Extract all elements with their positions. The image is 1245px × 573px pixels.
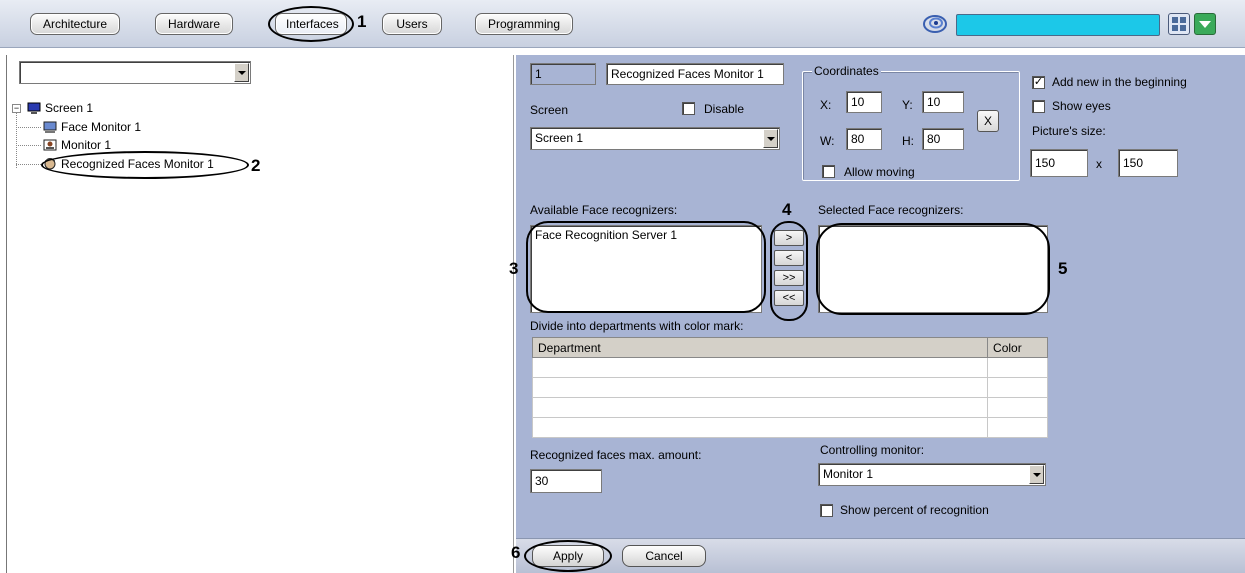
tree-connector [16,113,17,168]
tree-item-label: Face Monitor 1 [61,120,142,134]
tree-item-face-monitor-1[interactable]: Face Monitor 1 [43,118,141,136]
screen-select-value: Screen 1 [535,131,584,145]
disable-checkbox[interactable] [682,102,695,115]
controlling-monitor-select[interactable]: Monitor 1 [818,463,1046,486]
picture-size-separator: x [1096,157,1102,171]
table-row[interactable] [531,397,1048,418]
y-field[interactable]: 10 [922,91,964,113]
coordinates-title: Coordinates [812,64,881,78]
tree-item-label: Screen 1 [45,101,94,115]
max-amount-field[interactable]: 30 [530,469,602,493]
selected-recognizers-label: Selected Face recognizers: [818,203,964,217]
table-row[interactable] [531,417,1048,438]
column-header-color[interactable]: Color [987,337,1048,358]
h-field[interactable]: 80 [922,128,964,150]
controlling-monitor-label: Controlling monitor: [820,443,925,457]
tree-connector [16,145,41,146]
x-label: X: [820,98,832,112]
tree-item-label: Recognized Faces Monitor 1 [61,157,214,171]
face-icon [44,157,56,170]
chevron-down-icon[interactable] [234,63,249,82]
show-eyes-label: Show eyes [1052,99,1111,113]
available-recognizers-list[interactable]: Face Recognition Server 1 [530,225,762,313]
apply-button[interactable]: Apply [532,545,604,567]
callout-number-1: 1 [357,12,367,31]
chevron-down-icon[interactable] [763,129,778,148]
spiral-logo-icon [923,15,947,33]
tab-architecture[interactable]: Architecture [30,13,120,35]
add-new-label: Add new in the beginning [1052,75,1187,89]
tree-connector [16,127,41,128]
object-filter-select[interactable] [19,61,251,84]
selected-recognizers-list[interactable] [818,225,1048,313]
dropdown-arrow-icon[interactable] [1194,13,1216,35]
available-recognizers-label: Available Face recognizers: [530,203,678,217]
allow-moving-checkbox[interactable] [822,165,835,178]
tree-item-screen-1[interactable]: Screen 1 [27,99,93,117]
callout-number-2: 2 [251,156,261,175]
add-recognizer-button[interactable]: > [774,230,804,246]
remove-recognizer-button[interactable]: < [774,250,804,266]
list-item[interactable]: Face Recognition Server 1 [531,226,761,244]
show-percent-label: Show percent of recognition [840,503,989,517]
table-row[interactable] [531,357,1048,378]
show-percent-checkbox[interactable] [820,504,833,517]
disable-label: Disable [704,102,745,116]
h-label: H: [902,134,914,148]
screen-label: Screen [530,103,569,117]
picture-size-label: Picture's size: [1032,124,1106,138]
name-field[interactable]: Recognized Faces Monitor 1 [606,63,784,85]
top-tab-bar: Architecture Hardware Interfaces 1 Users… [0,0,1245,48]
chevron-down-icon[interactable] [1029,465,1044,484]
w-label: W: [820,134,835,148]
footer-bar: Apply Cancel [516,538,1245,573]
tree-collapse-toggle[interactable]: − [12,104,21,113]
max-amount-label: Recognized faces max. amount: [530,448,702,462]
settings-panel: 1 Recognized Faces Monitor 1 Screen Disa… [509,55,1245,573]
object-tree-panel: − Screen 1 Face Monitor 1 Monitor 1 Reco… [6,55,514,573]
table-row[interactable] [531,377,1048,398]
callout-number-5: 5 [1058,259,1068,278]
tree-item-recognized-faces-monitor-1[interactable]: Recognized Faces Monitor 1 [43,155,214,173]
picture-height-field[interactable]: 150 [1118,149,1178,177]
status-indicator-bar [956,14,1160,36]
y-label: Y: [902,98,913,112]
tab-hardware[interactable]: Hardware [155,13,233,35]
tab-interfaces[interactable]: Interfaces [275,13,347,35]
tree-item-label: Monitor 1 [61,138,112,152]
callout-number-6: 6 [511,543,521,562]
add-new-checkbox[interactable]: ✓ [1032,76,1045,89]
camera-monitor-icon [43,139,57,151]
add-all-recognizers-button[interactable]: >> [774,270,804,286]
tree-connector [16,164,41,165]
show-eyes-checkbox[interactable] [1032,100,1045,113]
tab-users[interactable]: Users [382,13,442,35]
allow-moving-label: Allow moving [844,165,915,179]
picture-width-field[interactable]: 150 [1030,149,1088,177]
screen-icon [27,102,41,114]
layout-grid-icon[interactable] [1168,13,1190,35]
monitor-icon [43,121,57,133]
w-field[interactable]: 80 [846,128,882,150]
departments-table: Department Color [531,337,1048,438]
tab-programming[interactable]: Programming [475,13,573,35]
screen-select[interactable]: Screen 1 [530,127,780,150]
tree-item-monitor-1[interactable]: Monitor 1 [43,136,111,154]
x-field[interactable]: 10 [846,91,882,113]
remove-all-recognizers-button[interactable]: << [774,290,804,306]
column-header-department[interactable]: Department [531,337,989,358]
controlling-monitor-value: Monitor 1 [823,467,874,481]
divide-departments-label: Divide into departments with color mark: [530,319,744,333]
callout-number-4: 4 [782,200,792,219]
id-field[interactable]: 1 [530,63,596,85]
reset-coordinates-button[interactable]: X [977,110,999,132]
callout-number-3: 3 [509,259,519,278]
cancel-button[interactable]: Cancel [622,545,706,567]
